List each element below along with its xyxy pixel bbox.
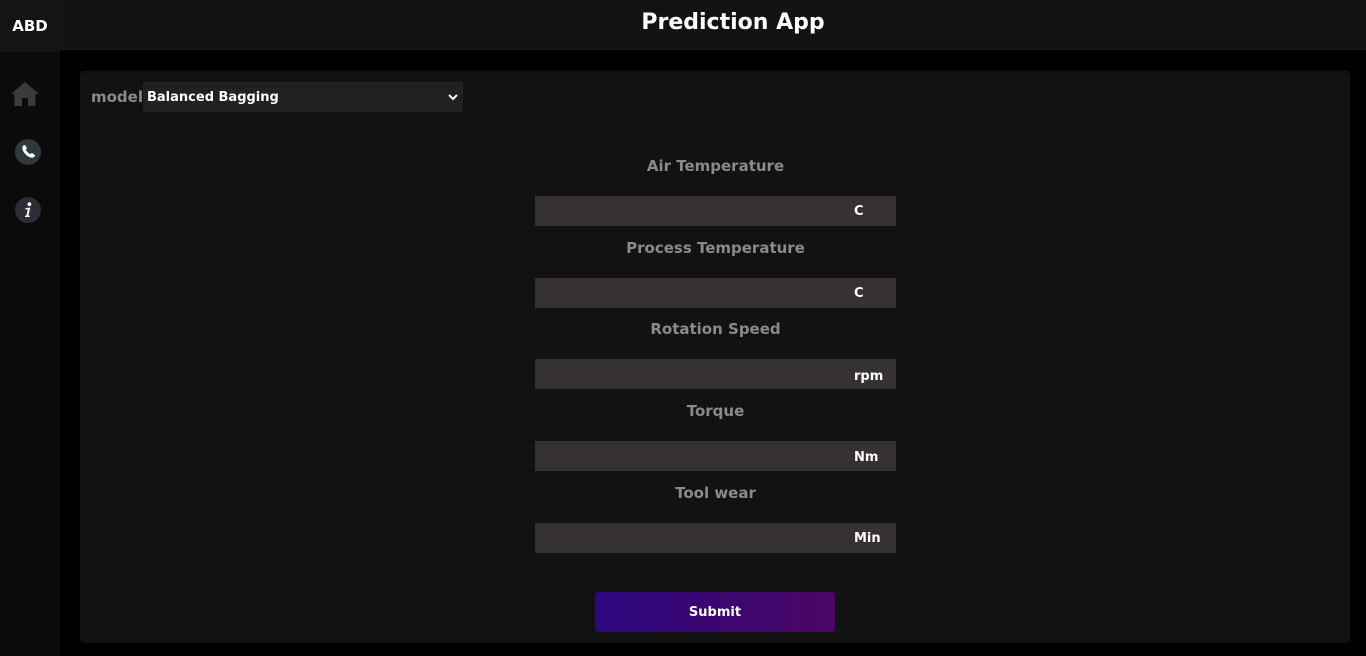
rotation-speed-unit: rpm xyxy=(854,368,884,384)
brand-logo[interactable]: ABD xyxy=(0,0,60,52)
process-temperature-label: Process Temperature xyxy=(626,239,805,257)
model-select[interactable]: Balanced Bagging xyxy=(143,82,463,112)
model-label: model xyxy=(91,88,143,106)
torque-label: Torque xyxy=(686,402,745,420)
page-title: Prediction App xyxy=(641,10,825,35)
rotation-speed-input[interactable] xyxy=(535,359,896,389)
phone-icon xyxy=(15,139,41,165)
tool-wear-input[interactable] xyxy=(535,523,896,553)
air-temperature-input[interactable] xyxy=(535,196,896,226)
tool-wear-unit: Min xyxy=(854,530,881,546)
process-temperature-input[interactable] xyxy=(535,278,896,308)
sidebar: ABD xyxy=(0,0,60,656)
info-icon xyxy=(15,197,41,223)
prediction-form-panel: model Balanced Bagging Air Temperature C… xyxy=(80,71,1350,643)
tool-wear-label: Tool wear xyxy=(675,484,756,502)
torque-input[interactable] xyxy=(535,441,896,471)
air-temperature-unit: C xyxy=(854,203,864,219)
sidebar-item-contact[interactable] xyxy=(12,136,44,168)
chevron-down-icon xyxy=(447,91,459,103)
model-select-value: Balanced Bagging xyxy=(147,89,279,105)
rotation-speed-label: Rotation Speed xyxy=(650,320,781,338)
sidebar-item-home[interactable] xyxy=(9,78,41,110)
sidebar-item-info[interactable] xyxy=(12,194,44,226)
header-bar: Prediction App xyxy=(60,0,1366,50)
submit-button[interactable]: Submit xyxy=(595,592,835,632)
torque-unit: Nm xyxy=(854,449,879,465)
home-icon xyxy=(11,82,39,106)
air-temperature-label: Air Temperature xyxy=(646,157,785,175)
process-temperature-unit: C xyxy=(854,285,864,301)
